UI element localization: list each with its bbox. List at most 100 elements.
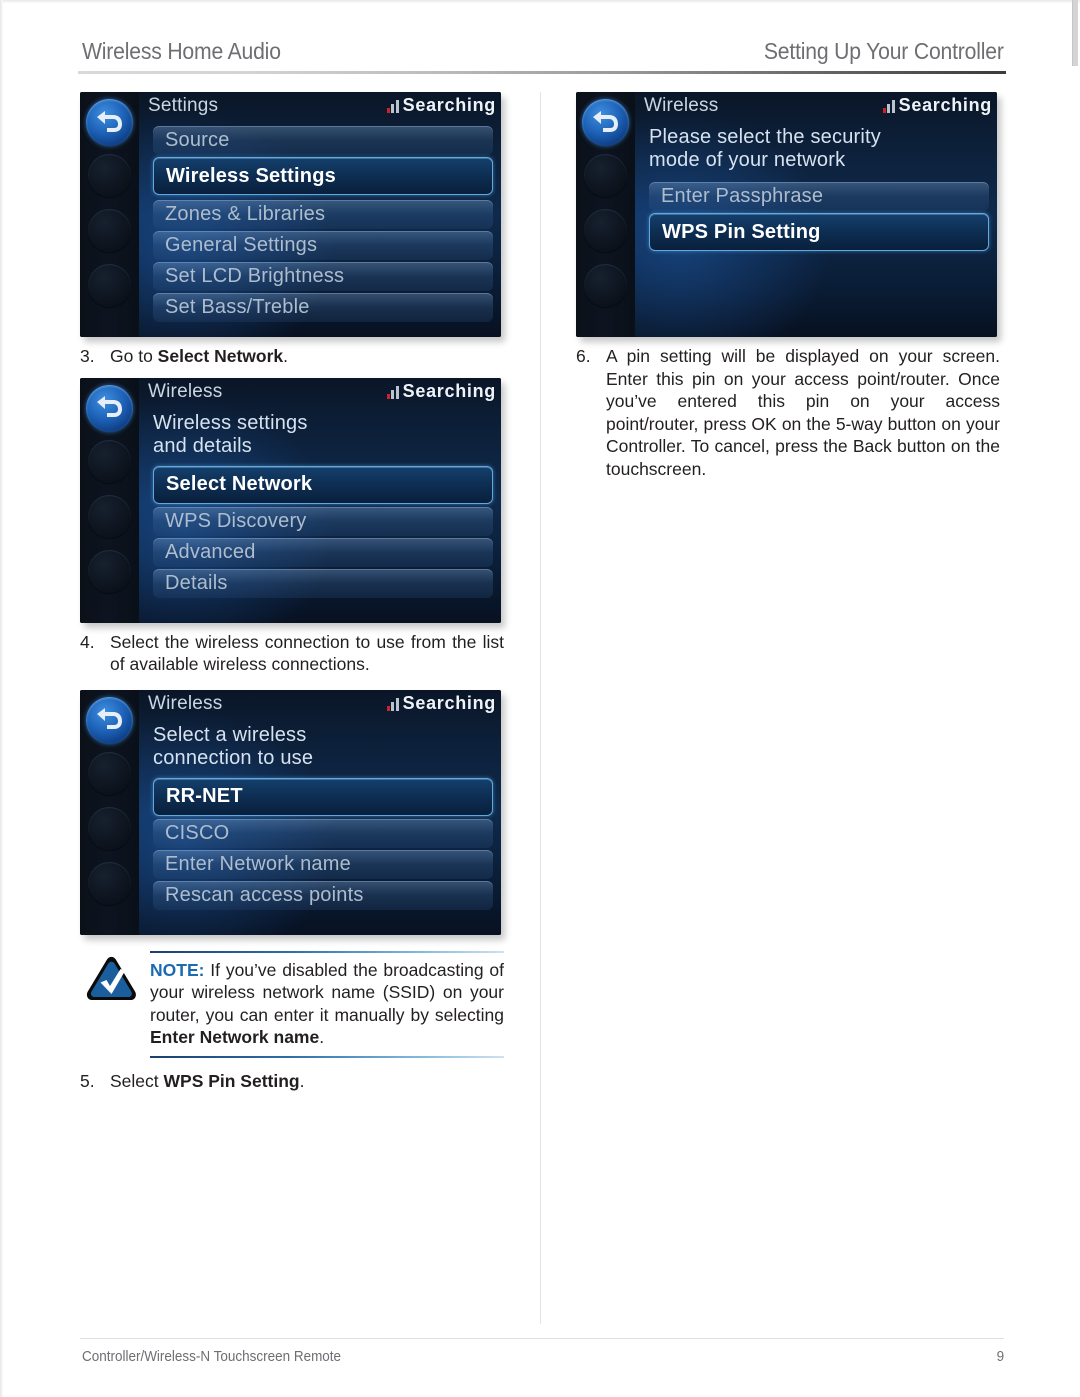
step-4-text: Select the wireless connection to use fr… (110, 631, 504, 675)
lcd-menu-item-wireless-settings[interactable]: Wireless Settings (153, 157, 493, 195)
device-lcd: Settings Searching Source Wireless Setti… (139, 92, 501, 337)
lcd-screen-title: Wireless (148, 380, 223, 402)
footer-left-text: Controller/Wireless-N Touchscreen Remote (82, 1349, 342, 1365)
device-bezel (80, 92, 139, 337)
signal-bars-icon (386, 98, 399, 116)
page-tab-marker (1072, 0, 1078, 66)
step-6: 6. A pin setting will be displayed on you… (576, 345, 1000, 480)
bezel-button-2[interactable] (88, 439, 131, 483)
lcd-menu-list: RR-NET CISCO Enter Network name Rescan a… (139, 770, 501, 910)
bezel-button-3[interactable] (88, 806, 131, 850)
step-5-number: 5. (80, 1070, 95, 1091)
header-rule (78, 71, 1006, 74)
step-4: 4. Select the wireless connection to use … (80, 631, 504, 676)
note-body: NOTE: If you’ve disabled the broadcastin… (150, 950, 504, 1058)
device-screenshot-wireless-details: Wireless Searching Wireless settings and… (80, 377, 501, 623)
lcd-menu-item-rescan-access-points[interactable]: Rescan access points (153, 880, 493, 910)
step-5-bold: WPS Pin Setting (163, 1070, 300, 1091)
device-lcd: Wireless Searching Select a wireless con… (139, 689, 501, 935)
document-page: Wireless Home Audio Setting Up Your Cont… (0, 0, 1080, 1397)
note-text: NOTE: If you’ve disabled the broadcastin… (150, 959, 504, 1049)
step-5: 5. Select WPS Pin Setting. (80, 1070, 504, 1093)
bezel-button-2[interactable] (584, 154, 627, 197)
lcd-menu-list: Enter Passphrase WPS Pin Setting (635, 172, 997, 251)
lcd-screen-title: Wireless (644, 95, 719, 116)
lcd-status-text: Searching (402, 692, 496, 713)
page-footer: Controller/Wireless-N Touchscreen Remote… (82, 1349, 1004, 1369)
lcd-menu-item-rr-net[interactable]: RR-NET (153, 777, 493, 816)
lcd-menu-item-enter-passphrase[interactable]: Enter Passphrase (649, 182, 989, 211)
lcd-status-bar: Settings Searching (139, 92, 501, 123)
lcd-status-bar: Wireless Searching (139, 690, 501, 721)
bezel-button-2[interactable] (88, 751, 131, 795)
lcd-status-area: Searching (386, 692, 496, 714)
device-bezel (80, 377, 139, 623)
device-bezel (576, 92, 635, 337)
note-text-before: If you’ve disabled the broadcasting of y… (150, 959, 504, 1025)
device-screenshot-security-mode: Wireless Searching Please select the sec… (576, 92, 997, 337)
back-arrow-icon[interactable] (86, 696, 133, 744)
note-text-after: . (319, 1027, 325, 1047)
bezel-button-3[interactable] (88, 494, 131, 538)
back-arrow-icon[interactable] (582, 99, 629, 146)
right-column: Wireless Searching Please select the sec… (576, 92, 1000, 494)
back-arrow-icon[interactable] (86, 384, 133, 432)
device-screenshot-select-connection: Wireless Searching Select a wireless con… (80, 689, 501, 935)
step-5-text-before: Select (110, 1070, 164, 1091)
lcd-menu-item-select-network[interactable]: Select Network (153, 465, 493, 504)
bezel-button-4[interactable] (584, 264, 627, 307)
note-bold: Enter Network name (150, 1027, 320, 1047)
lcd-screen-title: Wireless (148, 692, 223, 714)
bezel-button-4[interactable] (88, 861, 131, 905)
lcd-menu-item-general-settings[interactable]: General Settings (153, 231, 493, 260)
lcd-menu-item-wps-pin-setting[interactable]: WPS Pin Setting (649, 213, 989, 251)
device-lcd: Wireless Searching Wireless settings and… (139, 377, 501, 623)
lcd-status-bar: Wireless Searching (635, 92, 997, 123)
left-column: Settings Searching Source Wireless Setti… (80, 92, 504, 1106)
lcd-menu-item-advanced[interactable]: Advanced (153, 537, 493, 567)
lcd-menu-item-source[interactable]: Source (153, 126, 493, 155)
device-bezel (80, 689, 139, 935)
page-left-edge (0, 0, 3, 1397)
back-arrow-icon[interactable] (86, 99, 133, 146)
lcd-menu-item-cisco[interactable]: CISCO (153, 818, 493, 848)
bezel-button-4[interactable] (88, 264, 131, 307)
footer-rule (80, 1338, 1004, 1339)
footer-page-number: 9 (996, 1349, 1004, 1365)
step-3-bold: Select Network (157, 346, 284, 366)
lcd-status-text: Searching (402, 380, 496, 401)
note-box: NOTE: If you’ve disabled the broadcastin… (80, 950, 504, 1058)
lcd-status-area: Searching (386, 95, 496, 116)
signal-bars-icon (882, 98, 895, 116)
page-header: Wireless Home Audio Setting Up Your Cont… (82, 38, 1004, 72)
signal-bars-icon (386, 384, 399, 402)
note-label: NOTE: (150, 959, 205, 980)
bezel-button-3[interactable] (88, 209, 131, 252)
lcd-menu-item-wps-discovery[interactable]: WPS Discovery (153, 506, 493, 536)
bezel-button-2[interactable] (88, 154, 131, 197)
lcd-menu-item-details[interactable]: Details (153, 568, 493, 598)
bezel-button-3[interactable] (584, 209, 627, 252)
lcd-status-area: Searching (882, 95, 992, 116)
lcd-menu-item-enter-network-name[interactable]: Enter Network name (153, 849, 493, 879)
lcd-menu-list: Source Wireless Settings Zones & Librari… (139, 123, 501, 322)
step-3-text-after: . (283, 346, 289, 366)
lcd-status-text: Searching (898, 95, 992, 115)
lcd-menu-item-zones-libraries[interactable]: Zones & Libraries (153, 200, 493, 229)
page-top-edge (0, 0, 1080, 3)
step-3-number: 3. (80, 346, 95, 366)
lcd-prompt-text: Select a wireless connection to use (153, 723, 314, 769)
column-divider (540, 92, 541, 1324)
step-3-text-before: Go to (110, 346, 158, 366)
lcd-status-area: Searching (386, 380, 496, 402)
lcd-status-text: Searching (402, 95, 496, 115)
header-left-title: Wireless Home Audio (82, 38, 281, 64)
lcd-menu-item-set-bass-treble[interactable]: Set Bass/Treble (153, 293, 493, 322)
lcd-status-bar: Wireless Searching (139, 378, 501, 409)
bezel-button-4[interactable] (88, 549, 131, 593)
header-right-title: Setting Up Your Controller (764, 38, 1004, 64)
lcd-menu-item-set-lcd-brightness[interactable]: Set LCD Brightness (153, 262, 493, 291)
lcd-prompt-text: Please select the security mode of your … (649, 126, 881, 171)
step-4-number: 4. (80, 631, 95, 652)
signal-bars-icon (386, 696, 399, 714)
